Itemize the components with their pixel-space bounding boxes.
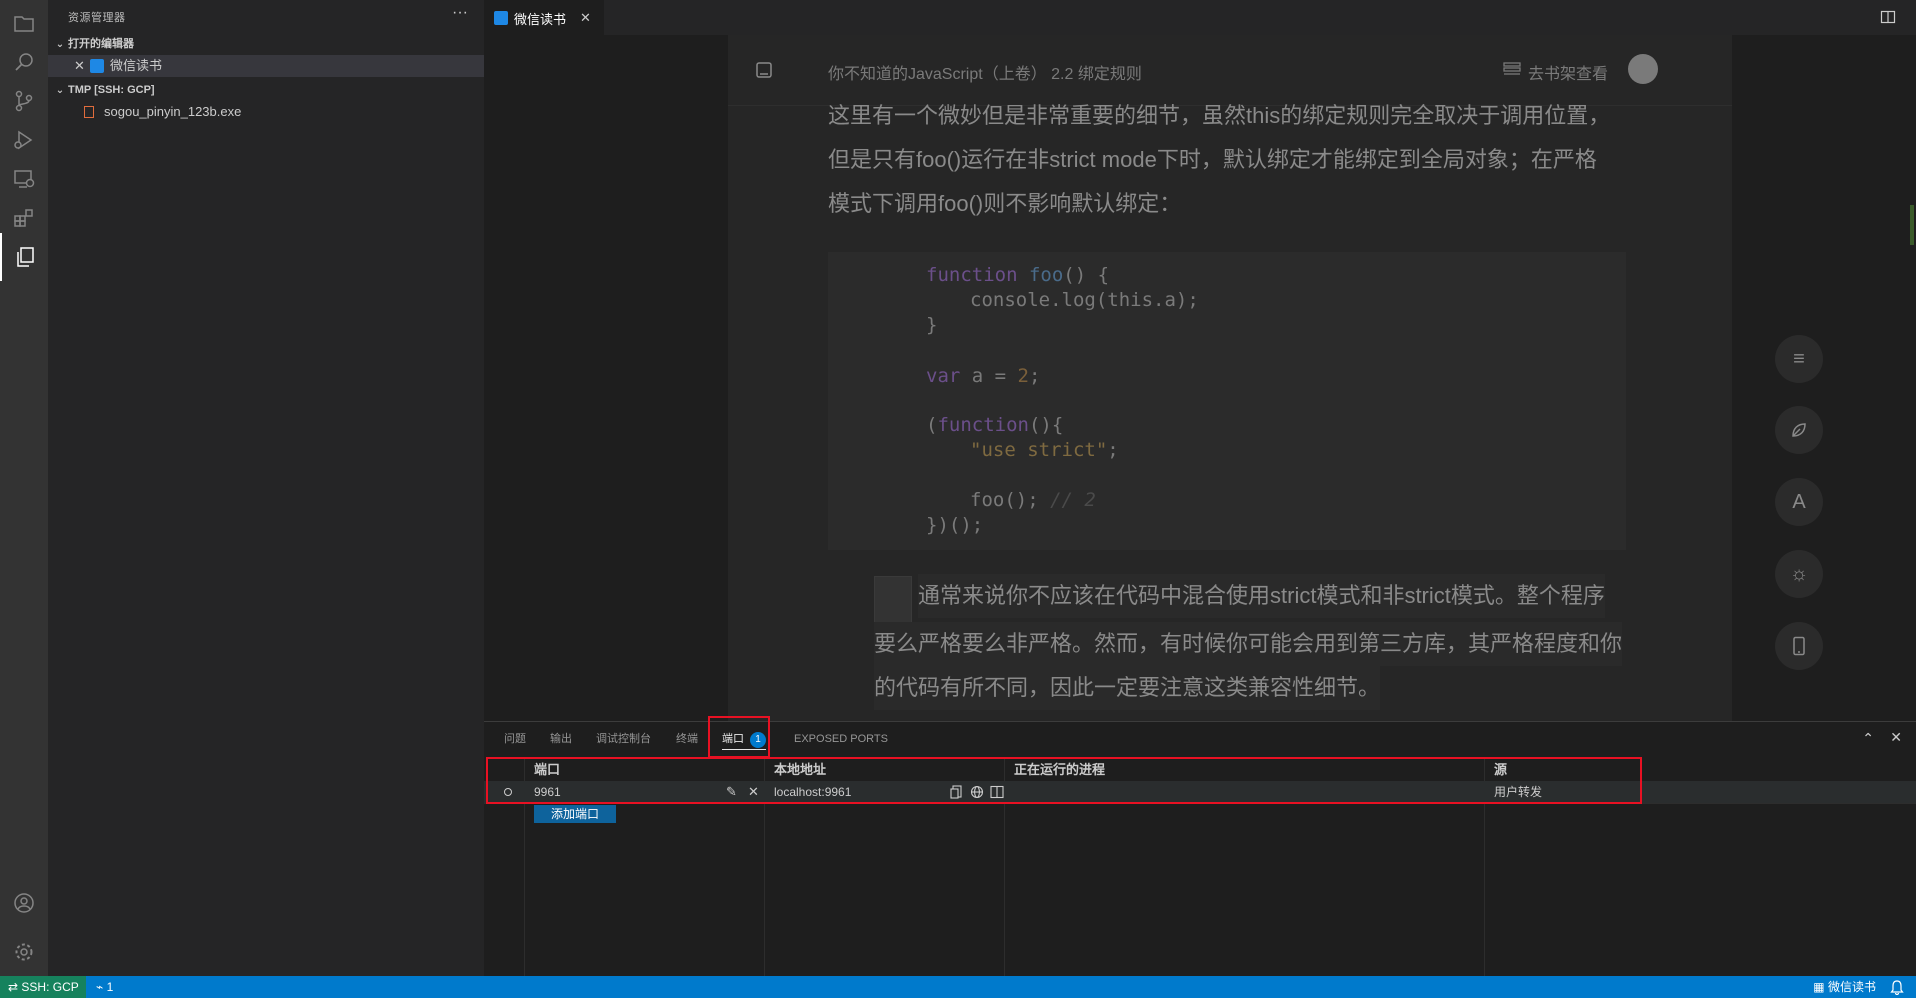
open-editors-label: 打开的编辑器 — [68, 38, 134, 50]
brightness-icon[interactable]: ☼ — [1775, 550, 1823, 598]
notifications-bell-icon[interactable] — [1890, 979, 1904, 995]
more-actions-icon[interactable]: ··· — [452, 4, 468, 22]
editor-tabs: 微信读书 ✕ — [484, 0, 1916, 35]
bird-illustration-icon — [874, 576, 912, 626]
open-editor-item[interactable]: ✕ 微信读书 — [48, 55, 484, 77]
code-line: foo(); // 2 — [970, 489, 1096, 511]
chevron-down-icon: ⌄ — [55, 39, 65, 50]
folder-label: TMP [SSH: GCP] — [68, 84, 155, 96]
status-bar: ⇄ SSH: GCP ⌁ 1 ▦ 微信读书 — [0, 976, 1916, 998]
tab-terminal[interactable]: 终端 — [676, 722, 698, 756]
settings-gear-icon[interactable] — [0, 928, 48, 976]
ports-status-item[interactable]: ⌁ 1 — [96, 976, 113, 998]
bookshelf-icon[interactable] — [1502, 59, 1522, 79]
close-panel-icon[interactable]: ✕ — [1890, 729, 1902, 746]
highlight-box-ports-tab — [708, 716, 770, 758]
copy-files-icon[interactable] — [0, 233, 48, 281]
folder-header[interactable]: ⌄ TMP [SSH: GCP] — [48, 79, 484, 101]
chevron-down-icon: ⌄ — [55, 85, 65, 96]
wechat-read-status-label: 微信读书 — [1827, 980, 1876, 994]
bottom-panel: 问题 输出 调试控制台 终端 端口 1 EXPOSED PORTS ⌃ ✕ 端口 … — [484, 716, 1916, 977]
editor-area: 你不知道的JavaScript（上卷） 2.2 绑定规则 去书架查看 这里有一个… — [484, 35, 1916, 721]
add-port-button[interactable]: 添加端口 — [534, 805, 616, 823]
remote-label: SSH: GCP — [21, 980, 79, 994]
book-icon: ▦ — [1813, 980, 1825, 994]
tab-close-icon[interactable]: ✕ — [580, 10, 591, 26]
highlight-box-ports-table — [486, 757, 1642, 804]
tab-debug-console[interactable]: 调试控制台 — [596, 722, 651, 756]
font-icon[interactable]: A — [1775, 478, 1823, 526]
phone-icon[interactable] — [1775, 622, 1823, 670]
antenna-icon: ⌁ — [96, 980, 104, 994]
tab-exposed-ports[interactable]: EXPOSED PORTS — [794, 722, 888, 756]
tab-problems[interactable]: 问题 — [504, 722, 526, 756]
remote-indicator[interactable]: ⇄ SSH: GCP — [0, 976, 86, 998]
tab-wechat-read[interactable]: 微信读书 ✕ — [484, 0, 604, 35]
open-editors-header[interactable]: ⌄ 打开的编辑器 — [48, 33, 484, 55]
ports-status-count: 1 — [106, 980, 114, 994]
account-icon[interactable] — [0, 879, 48, 927]
wechat-reader: 你不知道的JavaScript（上卷） 2.2 绑定规则 去书架查看 这里有一个… — [728, 35, 1732, 721]
wechat-read-status-item[interactable]: ▦ 微信读书 — [1813, 976, 1876, 998]
remote-icon: ⇄ — [8, 980, 19, 994]
explorer-sidebar: 资源管理器 ··· ⌄ 打开的编辑器 ✕ 微信读书 ⌄ TMP [SSH: GCP]… — [48, 0, 485, 976]
open-editor-label: 微信读书 — [110, 58, 163, 73]
paragraph-line: 这里有一个微妙但是非常重要的细节，虽然this的绑定规则完全取决于调用位置， — [828, 103, 1611, 128]
book-breadcrumb: 你不知道的JavaScript（上卷） 2.2 绑定规则 — [828, 66, 1142, 83]
code-line: function foo() { — [926, 264, 1110, 286]
note-line: 通常来说你不应该在代码中混合使用strict模式和非strict模式。整个程序 — [918, 574, 1605, 618]
note-line: 要么严格要么非严格。然而，有时候你可能会用到第三方库，其严格程度和你 — [874, 622, 1623, 666]
wechat-read-icon — [494, 11, 508, 25]
file-label: sogou_pinyin_123b.exe — [104, 104, 242, 119]
tab-output[interactable]: 输出 — [550, 722, 572, 756]
maximize-panel-icon[interactable]: ⌃ — [1862, 730, 1874, 747]
avatar[interactable] — [1628, 54, 1658, 84]
explorer-title: 资源管理器 — [68, 12, 126, 24]
paragraph-line: 模式下调用foo()则不影响默认绑定： — [828, 191, 1182, 216]
activity-bar — [0, 0, 49, 976]
code-line: console.log(this.a); — [970, 289, 1199, 311]
bookshelf-link[interactable]: 去书架查看 — [1528, 60, 1608, 84]
catalog-icon[interactable] — [754, 60, 774, 80]
exe-file-icon — [84, 106, 94, 118]
code-line: "use strict"; — [970, 439, 1119, 461]
paragraph-line: 但是只有foo()运行在非strict mode下时，默认绑定才能绑定到全局对象… — [828, 147, 1597, 172]
code-line: } — [926, 314, 938, 336]
code-line: })(); — [926, 514, 984, 536]
code-line: (function(){ — [926, 414, 1064, 436]
code-line: var a = 2; — [926, 365, 1041, 387]
wechat-read-icon — [90, 59, 104, 73]
file-item[interactable]: sogou_pinyin_123b.exe — [48, 101, 484, 123]
note-line: 的代码有所不同，因此一定要注意这类兼容性细节。 — [874, 666, 1381, 710]
close-icon[interactable]: ✕ — [74, 55, 85, 77]
menu-icon[interactable]: ≡ — [1775, 335, 1823, 383]
tab-label: 微信读书 — [514, 11, 567, 27]
scrollbar-marker[interactable] — [1910, 205, 1914, 245]
leaf-icon[interactable] — [1775, 406, 1823, 454]
code-block — [828, 252, 1626, 550]
split-editor-icon[interactable] — [1880, 9, 1896, 25]
